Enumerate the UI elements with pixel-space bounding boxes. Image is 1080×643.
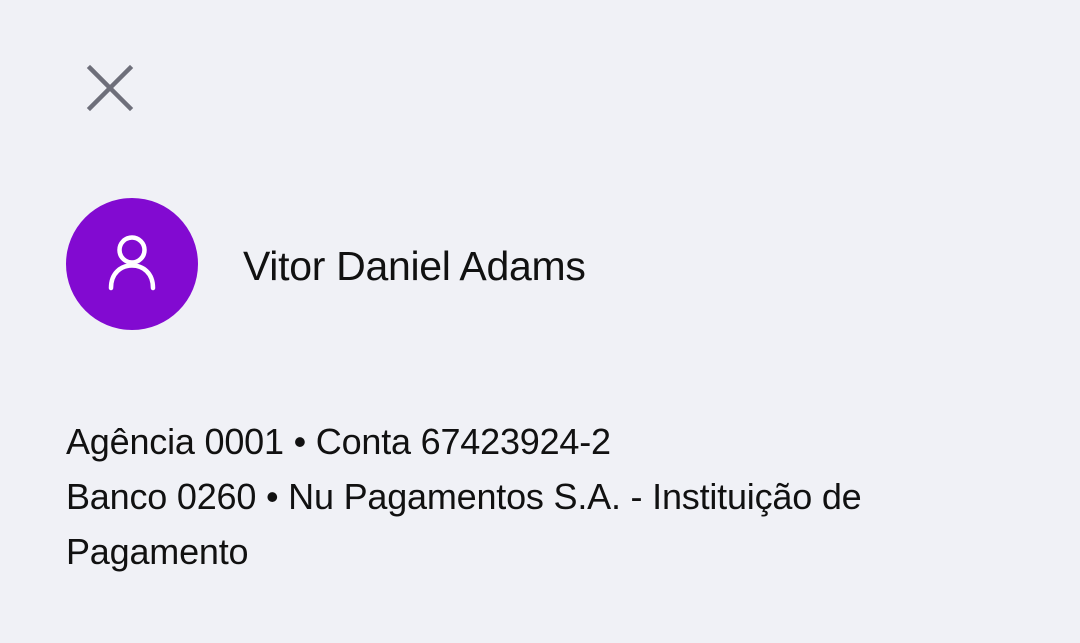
avatar [66,198,198,330]
account-details: Agência 0001 • Conta 67423924-2 Banco 02… [66,414,1026,579]
person-icon [66,198,198,330]
close-button[interactable] [78,56,142,120]
bank-institution-line: Banco 0260 • Nu Pagamentos S.A. - Instit… [66,476,862,572]
close-icon [86,64,134,112]
agency-account-line: Agência 0001 • Conta 67423924-2 [66,421,611,462]
contact-name: Vitor Daniel Adams [243,243,586,289]
